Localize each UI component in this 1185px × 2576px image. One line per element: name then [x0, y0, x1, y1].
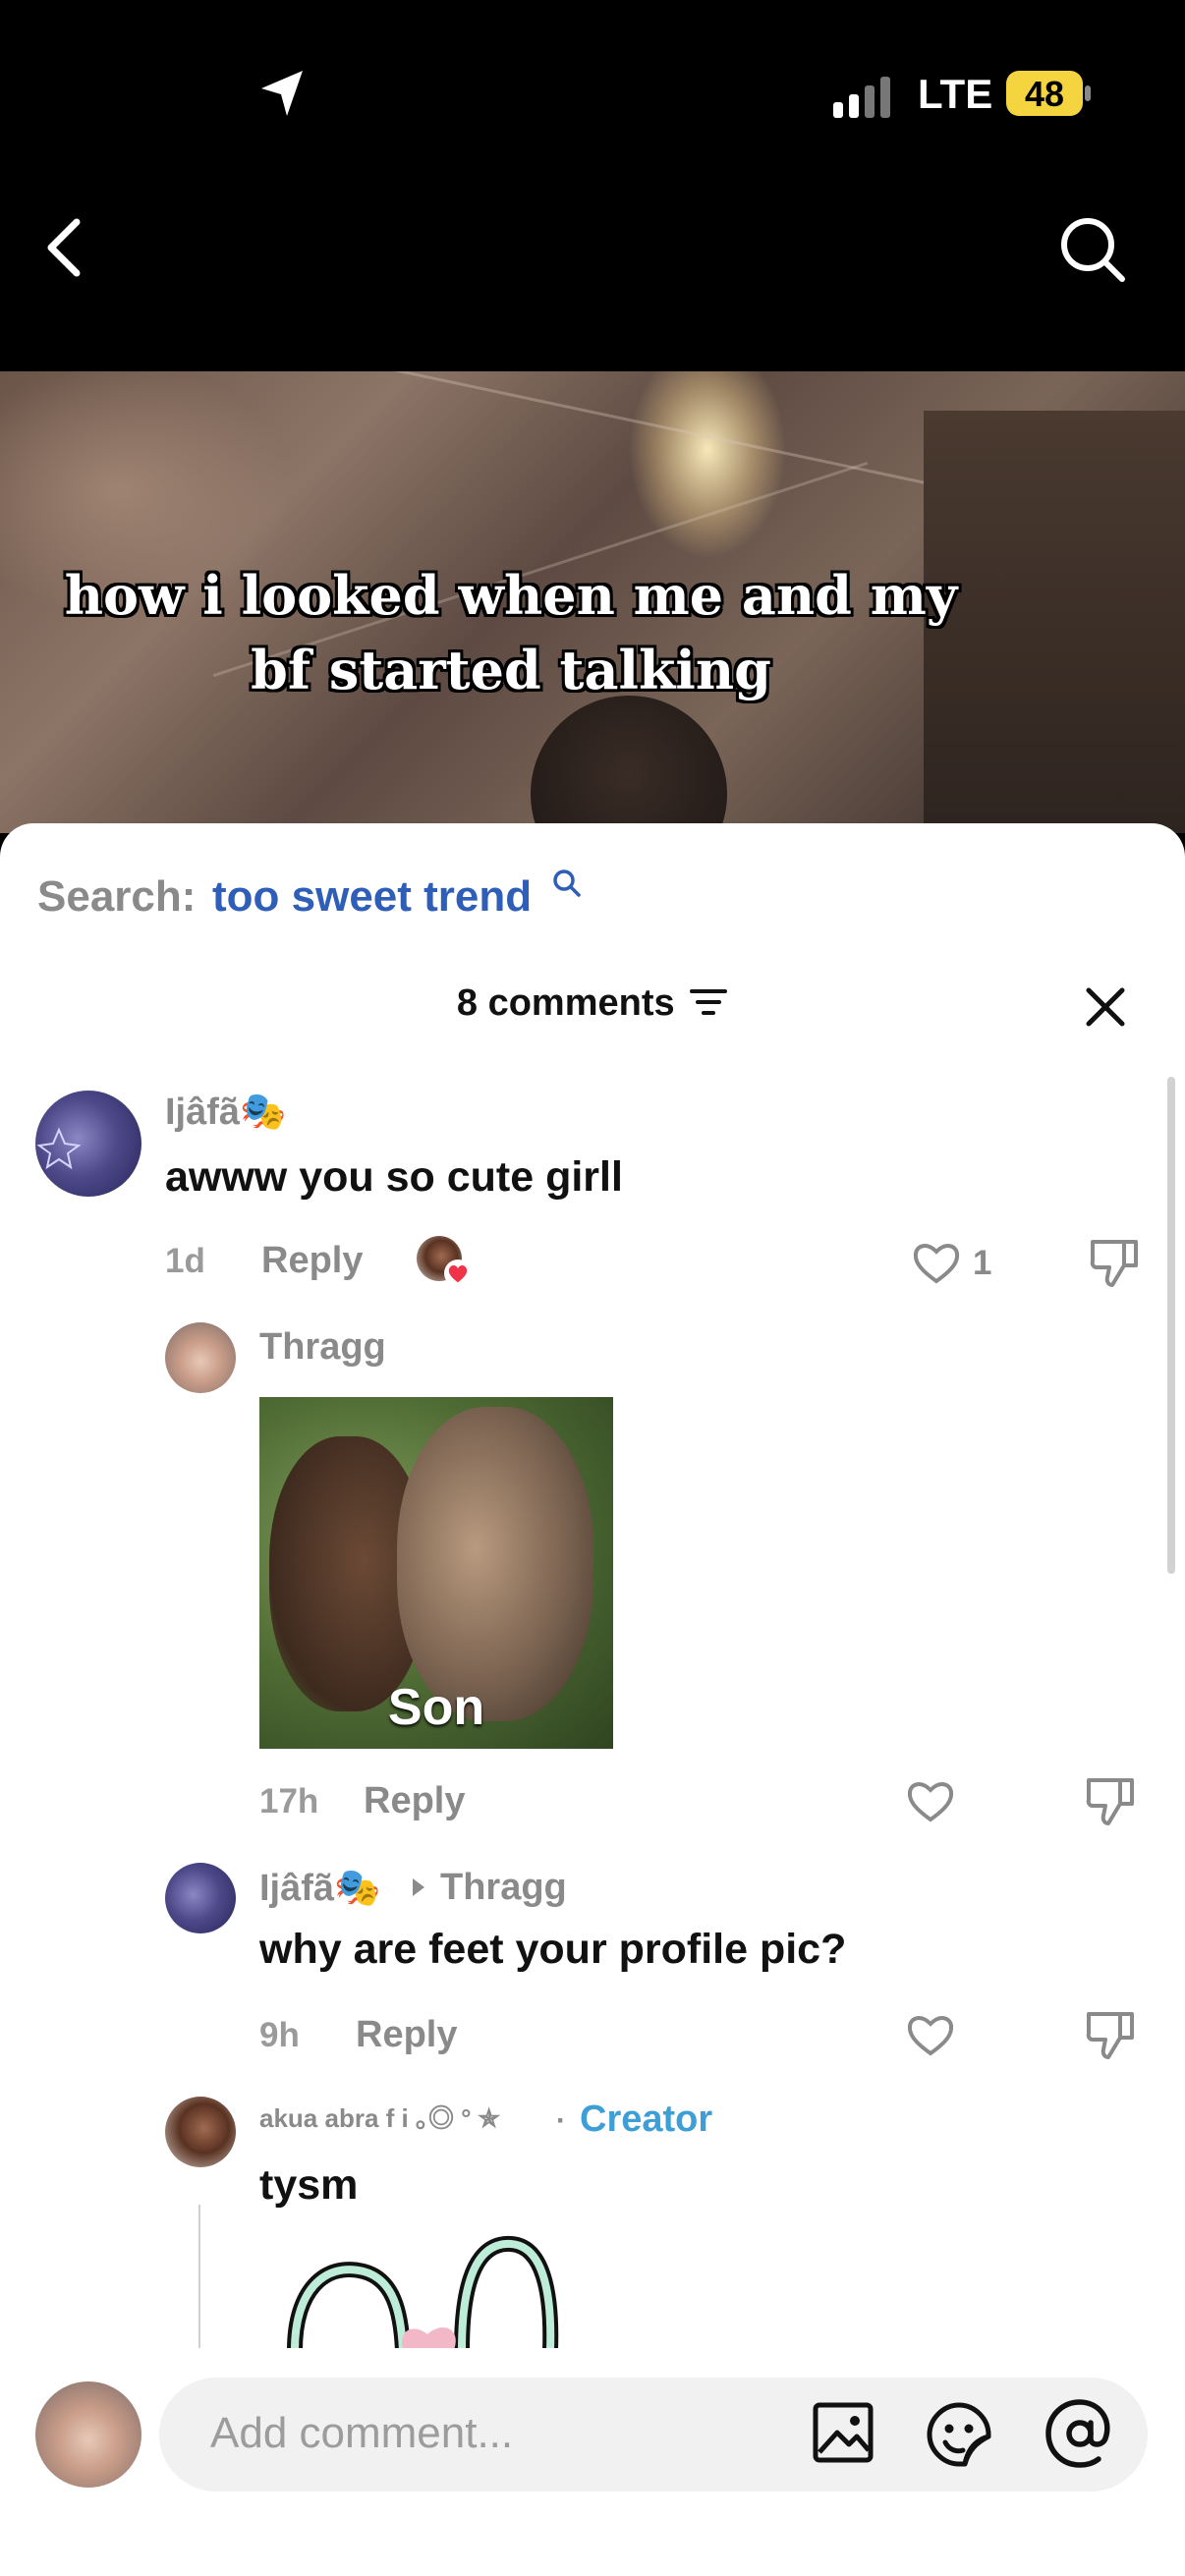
battery-icon: 48 [1006, 71, 1093, 116]
comment-username[interactable]: Ijâfã🎭 [165, 1091, 286, 1134]
reply-arrow-icon [413, 1878, 424, 1896]
heart-icon[interactable] [906, 2012, 955, 2057]
heart-icon[interactable] [906, 1778, 955, 1823]
search-button[interactable] [1057, 214, 1128, 285]
reply-time: 17h [259, 1782, 319, 1820]
reply-text: tysm [259, 2161, 359, 2209]
status-time: 7:04 [126, 62, 237, 121]
search-term-link[interactable]: too sweet trend [212, 872, 532, 922]
star-doodle-icon [36, 1127, 82, 1170]
comment-input-placeholder: Add comment... [210, 2409, 514, 2457]
close-icon[interactable] [1083, 984, 1128, 1030]
creator-liked-badge [417, 1236, 476, 1287]
magnifier-small-icon [553, 869, 581, 897]
thread-line [198, 2205, 200, 2350]
creator-badge: Creator [580, 2099, 713, 2140]
like-count: 1 [973, 1244, 992, 1282]
mention-icon[interactable] [1044, 2397, 1116, 2470]
heart-badge-icon [444, 1260, 472, 1287]
creator-username[interactable]: akua abra f i ｡◎ ° ✯ [259, 2099, 500, 2135]
comment-count: 8 comments [456, 982, 675, 1024]
dislike-icon[interactable] [1089, 1236, 1140, 1289]
back-button[interactable] [39, 216, 94, 279]
reply-gif-image[interactable]: Son [259, 1397, 613, 1749]
separator-dot: · [556, 2104, 566, 2137]
gif-caption: Son [387, 1679, 485, 1736]
scrollbar[interactable] [1167, 1077, 1175, 1574]
dislike-icon[interactable] [1085, 1774, 1136, 1827]
my-avatar[interactable] [35, 2381, 141, 2488]
reply-username[interactable]: Thragg [259, 1326, 386, 1369]
avatar[interactable] [35, 1091, 141, 1197]
person-head [531, 696, 727, 833]
reply-time: 9h [259, 2016, 300, 2054]
reply-to-username[interactable]: Thragg [440, 1867, 567, 1909]
avatar[interactable] [165, 2097, 236, 2167]
comments-header: 8 comments [0, 982, 1185, 1025]
location-arrow-icon [261, 71, 303, 116]
reply-button[interactable]: Reply [356, 2014, 457, 2056]
reply-button[interactable]: Reply [261, 1240, 363, 1282]
avatar[interactable] [165, 1863, 236, 1933]
reply-text: why are feet your profile pic? [259, 1926, 847, 1973]
face-right [397, 1407, 593, 1721]
reply-username[interactable]: Ijâfã🎭 [259, 1867, 380, 1910]
signal-icon [833, 77, 890, 118]
network-type: LTE [918, 71, 993, 117]
video-caption: how i looked when me and my bf started t… [64, 564, 958, 701]
comment-text: awww you so cute girll [165, 1153, 623, 1201]
sticker-icon[interactable] [926, 2401, 992, 2468]
battery-level: 48 [1024, 74, 1065, 114]
search-prefix: Search: [37, 872, 197, 921]
reply-button[interactable]: Reply [364, 1780, 465, 1822]
image-icon[interactable] [812, 2401, 875, 2464]
sticker-image[interactable] [285, 2232, 580, 2350]
dislike-icon[interactable] [1085, 2008, 1136, 2061]
avatar[interactable] [165, 1322, 236, 1393]
comment-time: 1d [165, 1242, 205, 1280]
sort-icon[interactable] [689, 987, 728, 1017]
video-preview[interactable]: how i looked when me and my bf started t… [0, 371, 1185, 833]
heart-icon[interactable] [912, 1240, 961, 1285]
